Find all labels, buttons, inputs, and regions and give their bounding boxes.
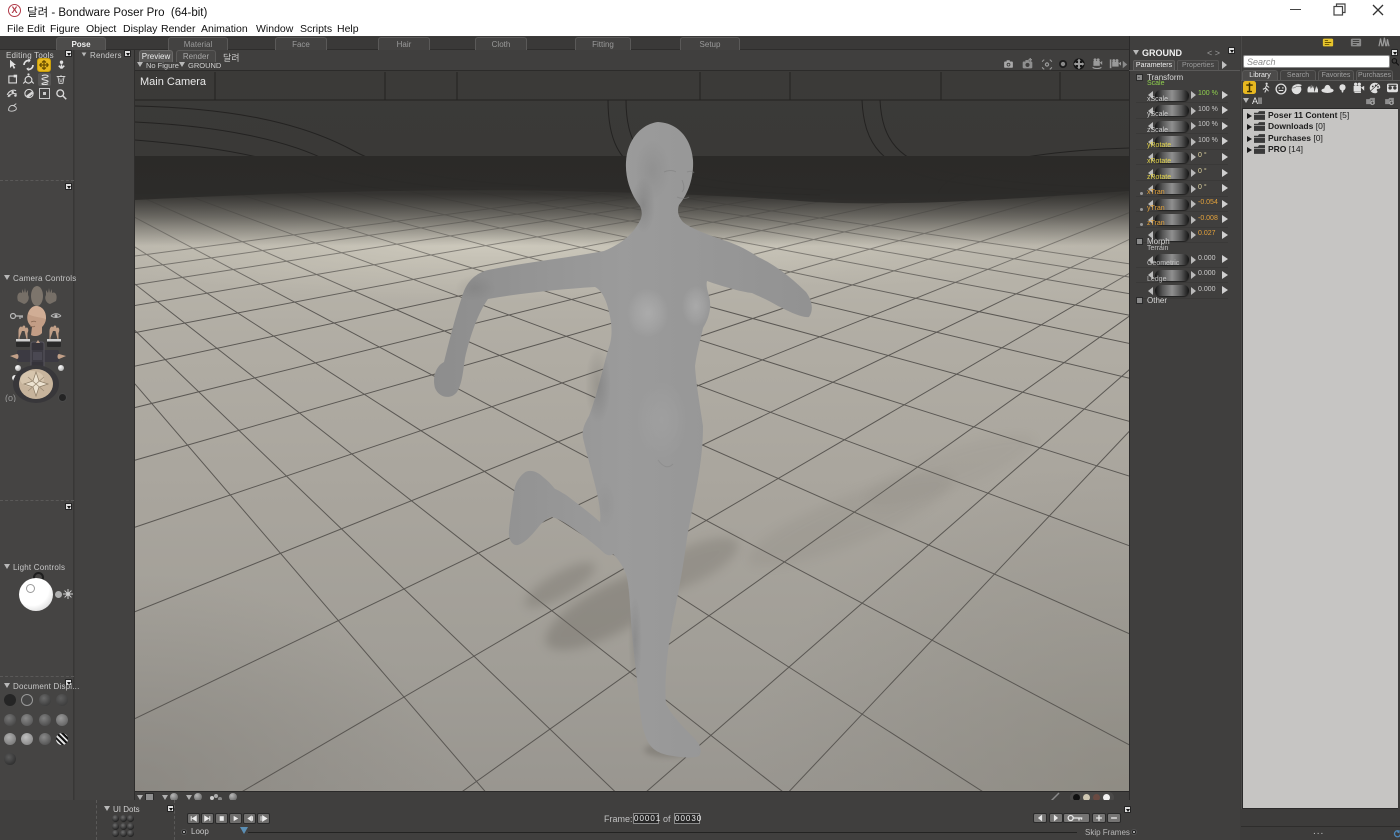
svg-text:(o): (o) xyxy=(5,393,16,402)
svg-text:Main Camera: Main Camera xyxy=(140,76,207,88)
